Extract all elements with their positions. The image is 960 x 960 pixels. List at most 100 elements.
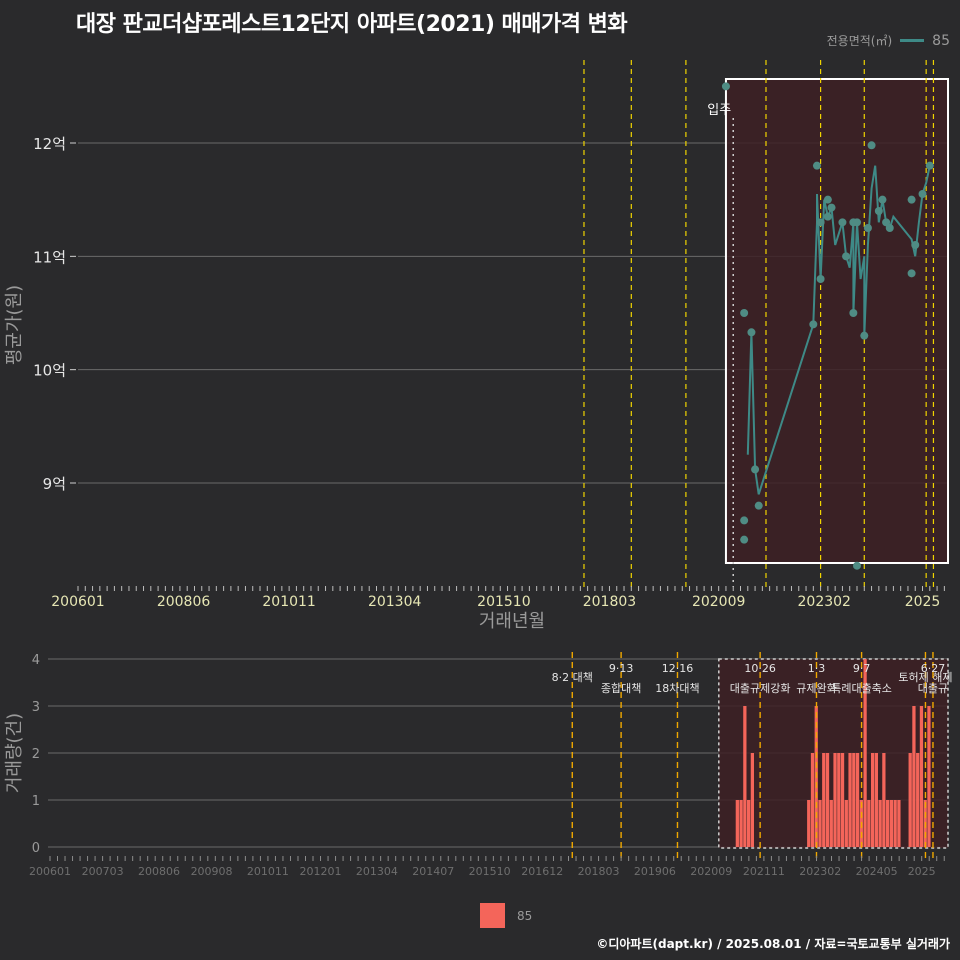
- x-tick-label: 201803: [583, 594, 636, 610]
- move-in-label: 입주: [707, 103, 731, 118]
- bar-x-tick-label: 201304: [356, 865, 398, 878]
- bar-x-tick-label: 201906: [634, 865, 676, 878]
- volume-bar: [927, 706, 931, 847]
- volume-bar: [818, 800, 822, 847]
- footer-credit: ©디아파트(dapt.kr) / 2025.08.01 / 자료=국토교통부 실…: [596, 937, 950, 951]
- price-point: [852, 218, 861, 227]
- policy-label: 1·3: [808, 662, 826, 675]
- volume-bar: [848, 753, 852, 847]
- volume-bar: [882, 753, 886, 847]
- x-axis-title: 거래년월: [479, 611, 545, 632]
- volume-bar: [919, 706, 924, 847]
- bar-x-tick-label: 200601: [29, 865, 71, 878]
- volume-bar: [886, 800, 890, 847]
- price-point: [721, 82, 730, 91]
- bar-x-tick-label: 201407: [412, 865, 454, 878]
- volume-bar: [889, 800, 894, 847]
- price-point: [740, 516, 749, 525]
- price-point: [918, 190, 927, 198]
- price-point: [754, 501, 763, 510]
- x-tick-label: 200601: [51, 594, 104, 610]
- volume-bar: [855, 753, 860, 847]
- bar-x-tick-label: 201510: [469, 865, 511, 878]
- price-point: [878, 195, 887, 204]
- volume-bar: [893, 800, 897, 847]
- price-point: [849, 309, 858, 317]
- volume-bar: [825, 753, 830, 847]
- price-point: [885, 224, 894, 232]
- price-point: [823, 195, 832, 204]
- y-axis-title: 평균가(원): [4, 285, 25, 365]
- volume-bar: [844, 800, 848, 847]
- volume-bar: [739, 800, 743, 847]
- price-point: [816, 218, 825, 227]
- x-tick-label: 201510: [477, 594, 530, 610]
- price-point: [823, 212, 832, 221]
- bar-y-tick-label: 3: [32, 700, 40, 715]
- volume-bar: [833, 753, 837, 847]
- price-and-volume-chart: 9억10억11억12억입주200601 200806 201011 201304 201…: [4, 60, 953, 878]
- legend-bar-label: 85: [517, 908, 533, 923]
- price-point: [838, 218, 847, 227]
- price-point: [827, 203, 836, 212]
- x-tick-label: 202302: [798, 594, 851, 610]
- volume-bar: [912, 706, 916, 847]
- y-tick-label: 11억: [33, 248, 66, 266]
- price-point: [925, 161, 934, 170]
- volume-bar: [867, 800, 871, 847]
- legend-bar-swatch: [480, 903, 505, 928]
- volume-bar: [874, 753, 878, 847]
- x-tick-label: 200806: [157, 594, 211, 610]
- x-tick-label: 202009: [692, 594, 745, 610]
- policy-label: 12·16: [662, 662, 694, 675]
- price-point: [874, 207, 883, 215]
- policy-label-detail: 대출규제강화: [730, 682, 791, 695]
- bar-x-tick-label: 202405: [856, 865, 898, 878]
- volume-bar: [735, 800, 739, 847]
- y-tick-label: 9억: [43, 475, 66, 493]
- policy-label: 9·13: [609, 662, 634, 675]
- policy-label: 10·26: [744, 662, 776, 675]
- policy-label-detail: 특례대출축소: [831, 682, 892, 695]
- bar-x-tick-label: 202302: [799, 865, 841, 878]
- bar-y-tick-label: 0: [32, 841, 40, 856]
- price-point: [816, 275, 825, 283]
- volume-bar: [852, 753, 856, 847]
- volume-bar: [746, 800, 751, 847]
- bar-y-tick-label: 2: [32, 747, 40, 762]
- volume-bar: [837, 753, 841, 847]
- price-point: [842, 252, 851, 261]
- x-tick-label: 2025: [905, 594, 941, 610]
- policy-label-detail: 종합대책: [601, 682, 641, 695]
- x-tick-label: 201304: [368, 594, 422, 610]
- bar-x-tick-label: 200806: [138, 865, 180, 878]
- price-point: [867, 141, 876, 150]
- volume-bar: [840, 753, 845, 847]
- volume-bar: [829, 800, 833, 847]
- bottom-legend: 85: [480, 903, 532, 928]
- volume-bar: [908, 753, 912, 847]
- volume-bar: [870, 753, 875, 847]
- price-point: [740, 309, 749, 317]
- bar-x-tick-label: 201011: [247, 865, 289, 878]
- bar-x-tick-label: 201803: [578, 865, 620, 878]
- price-point: [863, 224, 872, 232]
- bar-x-tick-label: 200908: [191, 865, 233, 878]
- volume-bar: [916, 753, 920, 847]
- bar-x-tick-label: 202009: [690, 865, 732, 878]
- volume-bar: [897, 800, 901, 847]
- bar-y-axis-title: 거래량(건): [4, 713, 25, 793]
- policy-label: 9·7: [853, 662, 871, 675]
- price-point: [907, 195, 916, 204]
- bar-x-tick-label: 2025: [908, 865, 936, 878]
- volume-bar: [822, 753, 826, 847]
- price-point: [860, 331, 869, 340]
- x-tick-label: 201011: [262, 594, 315, 610]
- volume-bar: [750, 753, 754, 847]
- bar-x-tick-label: 200703: [82, 865, 124, 878]
- price-point: [751, 465, 760, 474]
- volume-bar: [807, 800, 811, 847]
- volume-bar: [878, 800, 882, 847]
- price-point: [911, 241, 920, 249]
- bar-x-tick-label: 201612: [521, 865, 563, 878]
